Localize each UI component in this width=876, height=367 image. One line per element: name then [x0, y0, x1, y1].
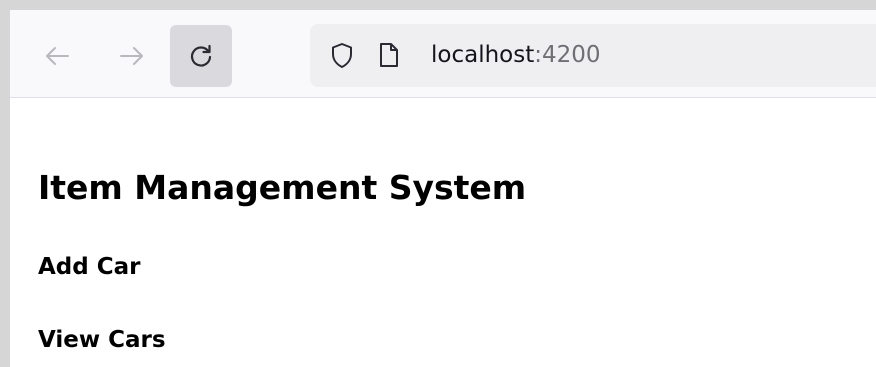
page-title: Item Management System [38, 168, 527, 207]
url-text[interactable]: localhost:4200 [431, 41, 601, 69]
address-bar[interactable]: localhost:4200 [310, 24, 876, 87]
view-cars-link[interactable]: View Cars [38, 324, 166, 356]
url-host: localhost [431, 42, 535, 68]
window-top-border [0, 0, 876, 10]
add-car-link[interactable]: Add Car [38, 251, 140, 283]
forward-button[interactable] [101, 25, 163, 87]
reload-icon [188, 43, 214, 69]
back-button[interactable] [26, 25, 88, 87]
reload-button[interactable] [170, 25, 232, 87]
page-icon[interactable] [378, 42, 400, 73]
arrow-right-icon [119, 45, 145, 67]
shield-icon[interactable] [330, 42, 354, 74]
url-port: :4200 [534, 42, 601, 68]
window-left-border [0, 0, 10, 367]
browser-toolbar: localhost:4200 [10, 10, 876, 98]
arrow-left-icon [44, 45, 70, 67]
